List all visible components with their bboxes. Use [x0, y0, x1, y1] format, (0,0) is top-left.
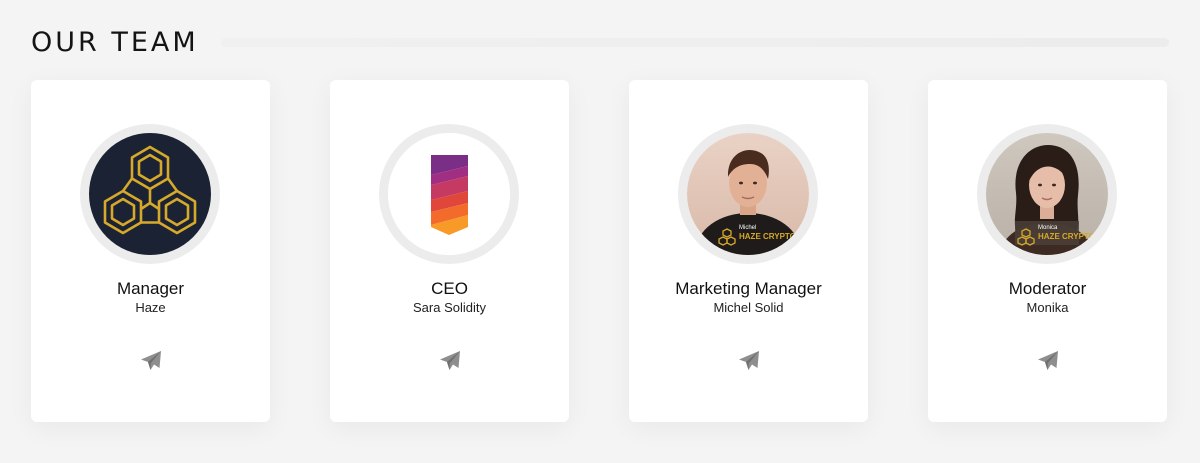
- avatar-brand: HAZE CRYPTO: [739, 232, 796, 241]
- avatar-caption: Michel: [739, 225, 756, 231]
- member-role: CEO: [431, 279, 468, 298]
- team-card-marketing-manager: Michel HAZE CRYPTO Marketing Manager Mic…: [629, 80, 868, 422]
- telegram-paper-plane-icon: [140, 350, 161, 370]
- member-role: Manager: [116, 279, 185, 298]
- member-name: Michel Solid: [713, 300, 784, 315]
- member-name: Haze: [135, 300, 166, 315]
- member-role: Moderator: [1008, 279, 1087, 298]
- telegram-paper-plane-icon: [1037, 350, 1058, 370]
- solidity-s-logo-icon: [388, 133, 510, 255]
- member-name: Sara Solidity: [413, 300, 486, 315]
- portrait-photo-icon: Michel HAZE CRYPTO: [687, 133, 809, 255]
- team-cards: Manager Haze CEO Sara Solidity Michel HA…: [31, 80, 1168, 422]
- telegram-link[interactable]: [736, 348, 761, 373]
- section-title: OUR TEAM: [31, 26, 199, 58]
- member-role: Marketing Manager: [675, 279, 822, 298]
- avatar: Monica HAZE CRYPTO: [986, 133, 1108, 255]
- haze-crypto-logo-icon: [89, 133, 211, 255]
- avatar-caption: Monica: [1038, 225, 1058, 231]
- section-header: OUR TEAM: [31, 22, 1169, 62]
- telegram-link[interactable]: [1035, 348, 1060, 373]
- avatar: [89, 133, 211, 255]
- avatar-ring: Michel HAZE CRYPTO: [678, 124, 818, 264]
- portrait-photo-icon: Monica HAZE CRYPTO: [986, 133, 1108, 255]
- telegram-link[interactable]: [437, 348, 462, 373]
- team-card-ceo: CEO Sara Solidity: [330, 80, 569, 422]
- team-card-manager: Manager Haze: [31, 80, 270, 422]
- avatar: [388, 133, 510, 255]
- avatar-ring: Monica HAZE CRYPTO: [977, 124, 1117, 264]
- telegram-paper-plane-icon: [439, 350, 460, 370]
- member-name: Monika: [1026, 300, 1069, 315]
- avatar-ring: [80, 124, 220, 264]
- avatar: Michel HAZE CRYPTO: [687, 133, 809, 255]
- telegram-link[interactable]: [138, 348, 163, 373]
- telegram-paper-plane-icon: [738, 350, 759, 370]
- avatar-brand: HAZE CRYPTO: [1038, 232, 1095, 241]
- team-card-moderator: Monica HAZE CRYPTO Moderator Monika: [928, 80, 1167, 422]
- title-divider: [220, 37, 1169, 47]
- avatar-ring: [379, 124, 519, 264]
